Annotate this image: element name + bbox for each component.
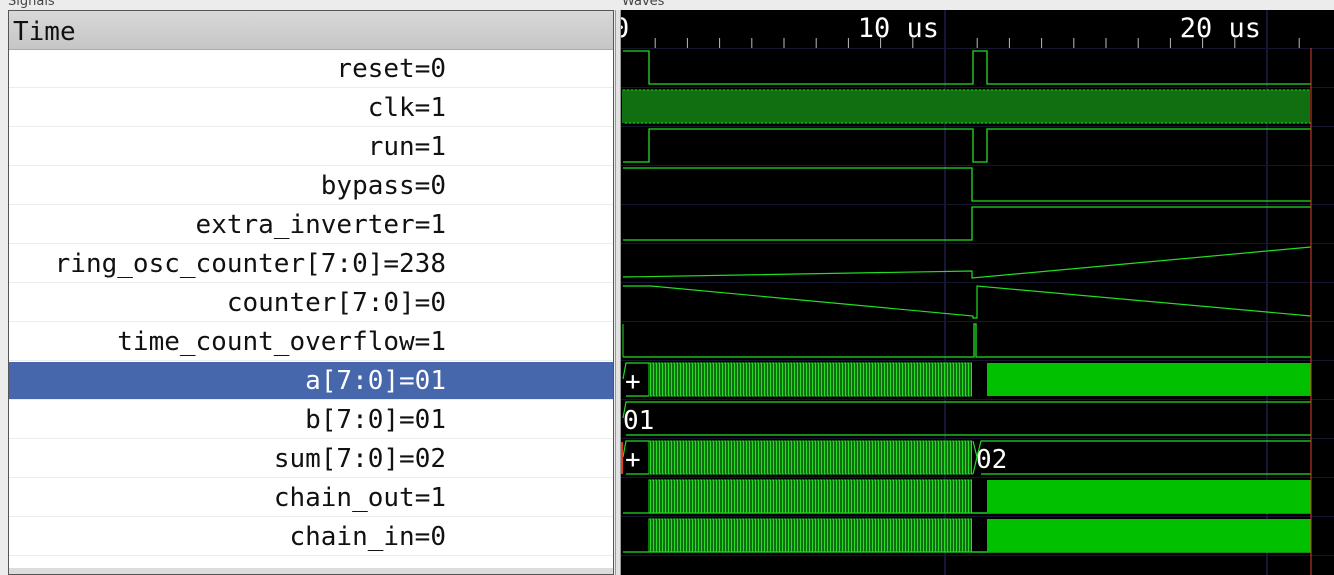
signals-scrollbar[interactable] bbox=[9, 568, 613, 574]
bus-value-sum-end: 02 bbox=[976, 445, 1007, 475]
bus-segment bbox=[622, 401, 1311, 436]
waves-panel[interactable]: 0 10 us 20 us +01 +02 bbox=[621, 10, 1334, 575]
signal-label: reset=0 bbox=[336, 53, 446, 84]
signal-label: chain_out=1 bbox=[273, 482, 446, 513]
signal-row[interactable]: b[7:0]=01 bbox=[9, 401, 613, 439]
wave-extra-inverter bbox=[623, 206, 1311, 241]
wave-chain-in-fill bbox=[987, 519, 1311, 552]
signal-label: a[7:0]=01 bbox=[305, 365, 446, 396]
signal-label: extra_inverter=1 bbox=[195, 209, 446, 240]
wave-reset bbox=[623, 50, 1311, 85]
signal-row[interactable]: reset=0 bbox=[9, 50, 613, 88]
signals-panel: Time reset=0 clk=1 run=1 bypass=0 extra_inve… bbox=[8, 10, 614, 575]
wave-clk bbox=[622, 89, 1311, 124]
signal-label: counter[7:0]=0 bbox=[226, 287, 446, 318]
wave-a-bus bbox=[648, 362, 972, 397]
wave-a-bus-fill bbox=[987, 363, 1311, 396]
wave-chain-out-fill bbox=[987, 480, 1311, 513]
time-label: 10 us bbox=[858, 13, 939, 44]
bus-value-a: + bbox=[625, 367, 641, 397]
waves-frame-title: Waves bbox=[622, 0, 665, 9]
signal-label: b[7:0]=01 bbox=[305, 404, 446, 435]
signal-row[interactable]: sum[7:0]=02 bbox=[9, 440, 613, 478]
signal-row[interactable]: chain_in=0 bbox=[9, 518, 613, 556]
signal-row[interactable]: bypass=0 bbox=[9, 167, 613, 205]
signal-label: ring_osc_counter[7:0]=238 bbox=[54, 248, 446, 279]
time-header: Time bbox=[9, 11, 613, 50]
signal-row[interactable]: run=1 bbox=[9, 128, 613, 166]
wave-ring-osc-counter bbox=[622, 246, 1312, 279]
wave-chain-out-toggles bbox=[648, 479, 972, 514]
signals-frame-title: Signals bbox=[8, 0, 55, 9]
gtkwave-window: Signals Waves Time reset=0 clk=1 run=1 bypa… bbox=[0, 0, 1334, 575]
signal-label: sum[7:0]=02 bbox=[273, 443, 446, 474]
wave-counter bbox=[623, 285, 1312, 319]
signal-label: time_count_overflow=1 bbox=[117, 326, 446, 357]
bus-value-sum-start: + bbox=[625, 445, 641, 475]
signal-label: bypass=0 bbox=[320, 170, 446, 201]
bus-value-b: 01 bbox=[623, 406, 654, 436]
signal-row[interactable]: ring_osc_counter[7:0]=238 bbox=[9, 245, 613, 283]
signal-row[interactable]: counter[7:0]=0 bbox=[9, 284, 613, 322]
time-header-label: Time bbox=[13, 17, 76, 47]
signal-label: clk=1 bbox=[367, 92, 446, 123]
wave-time-count-overflow bbox=[623, 323, 1311, 358]
signal-row[interactable]: extra_inverter=1 bbox=[9, 206, 613, 244]
wave-sum-bus bbox=[648, 440, 973, 475]
wave-run bbox=[623, 128, 1311, 163]
bus-segment bbox=[972, 440, 1311, 475]
wave-bypass bbox=[623, 167, 1311, 202]
signal-label: run=1 bbox=[367, 131, 446, 162]
signal-row[interactable]: a[7:0]=01 bbox=[9, 361, 613, 400]
wave-chain-in-toggles bbox=[648, 518, 972, 553]
signal-row[interactable]: time_count_overflow=1 bbox=[9, 323, 613, 361]
signal-label: chain_in=0 bbox=[289, 521, 446, 552]
signal-row[interactable]: chain_out=1 bbox=[9, 479, 613, 517]
time-label-start: 0 bbox=[621, 13, 629, 44]
time-label: 20 us bbox=[1180, 13, 1261, 44]
signal-row[interactable]: clk=1 bbox=[9, 89, 613, 127]
